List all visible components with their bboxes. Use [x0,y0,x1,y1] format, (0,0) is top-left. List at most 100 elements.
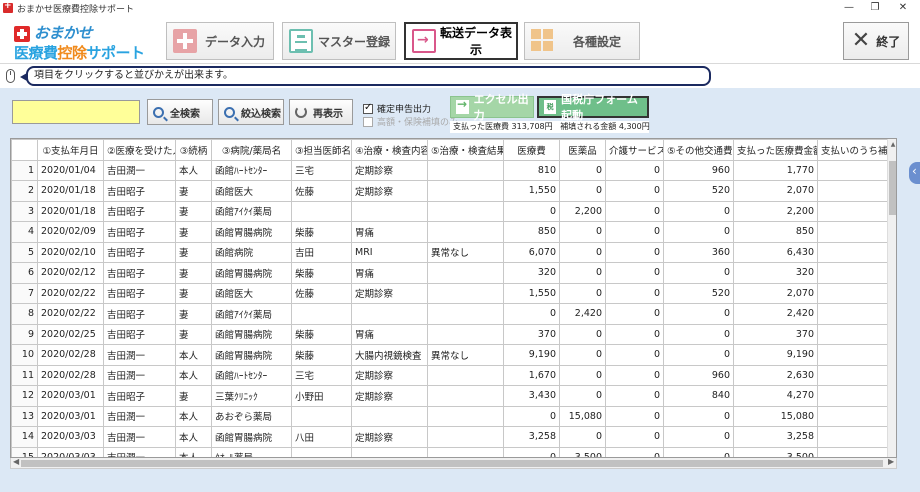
settings-button[interactable]: 各種設定 [524,22,640,60]
table-cell[interactable] [291,200,352,222]
table-cell[interactable]: 0 [559,221,606,243]
minimize-button[interactable]: — [836,0,862,16]
table-cell[interactable]: 妻 [175,241,212,263]
table-cell[interactable] [427,323,504,345]
table-cell[interactable]: 本人 [175,426,212,448]
table-cell[interactable]: 胃痛 [351,221,428,243]
table-cell[interactable]: 妻 [175,180,212,202]
table-cell[interactable]: 3,500 [733,446,818,457]
table-cell[interactable]: 960 [663,364,734,386]
table-cell[interactable]: あおぞら薬局 [211,405,292,427]
table-cell[interactable] [351,446,428,457]
vertical-scrollbar[interactable]: ▲ [887,139,896,457]
table-cell[interactable]: 定期診察 [351,180,428,202]
table-cell[interactable]: 850 [733,221,818,243]
table-cell[interactable] [817,180,890,202]
row-number[interactable]: 8 [11,303,38,325]
table-cell[interactable]: 吉田昭子 [103,241,176,263]
table-cell[interactable]: 0 [605,221,664,243]
table-cell[interactable]: 0 [559,282,606,304]
table-cell[interactable]: 0 [663,221,734,243]
table-cell[interactable]: 0 [503,405,560,427]
column-header[interactable] [11,139,38,161]
table-cell[interactable] [817,344,890,366]
table-cell[interactable]: 0 [605,241,664,263]
table-cell[interactable] [427,426,504,448]
vertical-scroll-thumb[interactable] [889,161,896,215]
table-cell[interactable]: 妻 [175,303,212,325]
row-number[interactable]: 7 [11,282,38,304]
table-cell[interactable]: 2020/03/01 [37,405,104,427]
table-cell[interactable]: 吉田潤一 [103,344,176,366]
table-cell[interactable]: 2,070 [733,282,818,304]
table-cell[interactable] [427,262,504,284]
table-cell[interactable]: 2,420 [559,303,606,325]
scroll-up-icon[interactable]: ▲ [888,141,896,148]
table-cell[interactable]: 妻 [175,282,212,304]
row-number[interactable]: 10 [11,344,38,366]
table-cell[interactable]: 三葉ｸﾘﾆｯｸ [211,385,292,407]
table-cell[interactable]: 函館胃腸病院 [211,323,292,345]
table-cell[interactable]: 妻 [175,221,212,243]
table-cell[interactable]: 4,270 [733,385,818,407]
table-cell[interactable]: 異常なし [427,241,504,263]
table-cell[interactable]: 2020/02/22 [37,282,104,304]
row-number[interactable]: 2 [11,180,38,202]
row-number[interactable]: 9 [11,323,38,345]
table-cell[interactable]: 0 [559,159,606,181]
table-cell[interactable]: 520 [663,180,734,202]
table-cell[interactable]: 函館病院 [211,241,292,263]
table-cell[interactable] [427,364,504,386]
table-cell[interactable]: 2,200 [733,200,818,222]
table-cell[interactable]: 吉田潤一 [103,405,176,427]
exit-button[interactable]: ✕ 終了 [843,22,909,60]
table-cell[interactable]: 柴藤 [291,344,352,366]
table-cell[interactable]: 定期診察 [351,364,428,386]
row-number[interactable]: 1 [11,159,38,181]
table-cell[interactable]: 吉田昭子 [103,200,176,222]
table-cell[interactable]: 吉田昭子 [103,262,176,284]
table-cell[interactable]: 吉田潤一 [103,364,176,386]
table-cell[interactable]: 2020/02/28 [37,364,104,386]
table-cell[interactable]: 1,770 [733,159,818,181]
table-cell[interactable]: 2,070 [733,180,818,202]
column-header[interactable]: 医療費 [503,139,560,161]
table-cell[interactable]: 吉田潤一 [103,426,176,448]
table-cell[interactable] [817,159,890,181]
table-cell[interactable]: 850 [503,221,560,243]
table-cell[interactable]: 八田 [291,426,352,448]
table-row[interactable]: 152020/03/03吉田潤一本人ｸｵｰﾙ薬局03,500003,500 [11,446,890,457]
table-cell[interactable] [817,385,890,407]
table-cell[interactable]: 0 [559,262,606,284]
table-row[interactable]: 1 2020/01/04 吉田潤一 本人 函館ﾊｰﾄｾﾝﾀｰ 三宅 定期診察 810 0 0 960… [11,159,890,181]
table-cell[interactable]: 吉田潤一 [103,446,176,457]
table-cell[interactable]: 9,190 [503,344,560,366]
table-cell[interactable] [351,405,428,427]
table-cell[interactable]: 520 [663,282,734,304]
row-number[interactable]: 12 [11,385,38,407]
table-cell[interactable] [817,446,890,457]
table-cell[interactable]: 0 [503,200,560,222]
table-cell[interactable]: 0 [663,344,734,366]
table-cell[interactable]: 0 [605,282,664,304]
table-cell[interactable]: 吉田潤一 [103,159,176,181]
table-cell[interactable]: 370 [733,323,818,345]
table-cell[interactable]: 6,430 [733,241,818,263]
table-cell[interactable]: 柴藤 [291,323,352,345]
table-cell[interactable]: 1,550 [503,282,560,304]
table-cell[interactable]: 15,080 [559,405,606,427]
table-cell[interactable]: 960 [663,159,734,181]
table-cell[interactable]: 0 [663,426,734,448]
master-register-button[interactable]: マスター登録 [282,22,396,60]
table-cell[interactable]: 0 [559,241,606,263]
table-cell[interactable]: 2020/02/22 [37,303,104,325]
table-cell[interactable]: 3,500 [559,446,606,457]
table-cell[interactable]: 0 [559,180,606,202]
table-cell[interactable]: 810 [503,159,560,181]
redisplay-button[interactable]: 再表示 [289,99,353,125]
table-cell[interactable]: 吉田昭子 [103,323,176,345]
table-cell[interactable]: 0 [559,426,606,448]
table-cell[interactable]: 1,550 [503,180,560,202]
column-header[interactable]: ③病院/薬局名 [211,139,292,161]
table-cell[interactable] [427,221,504,243]
